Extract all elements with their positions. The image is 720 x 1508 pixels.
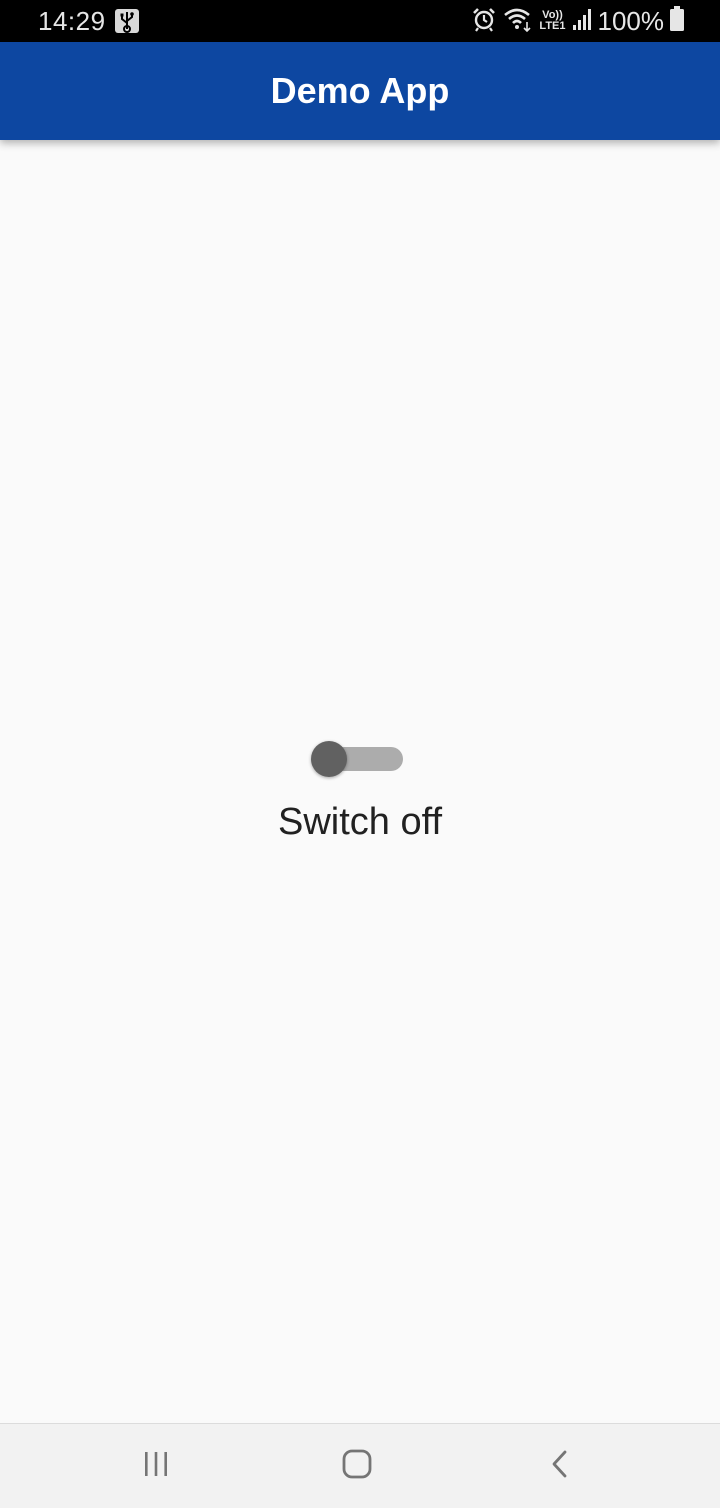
home-button[interactable] <box>297 1424 417 1508</box>
toggle-switch[interactable] <box>311 741 405 777</box>
status-icons: Vo)) LTE1 100% <box>471 4 684 38</box>
battery-percent: 100% <box>597 6 665 36</box>
recents-icon <box>141 1449 171 1484</box>
status-bar: 14:29 Vo)) LTE1 100% <box>0 0 720 42</box>
battery-icon <box>670 5 684 37</box>
home-icon <box>341 1448 373 1485</box>
volte-lte-icon: Vo)) LTE1 <box>539 10 565 32</box>
switch-status-label: Switch off <box>277 801 443 843</box>
back-button[interactable] <box>500 1424 620 1508</box>
main-content: Switch off <box>0 140 720 1423</box>
recents-button[interactable] <box>96 1424 216 1508</box>
usb-icon <box>114 8 140 34</box>
back-icon <box>548 1448 572 1485</box>
wifi-icon <box>503 6 533 37</box>
lte-label: LTE1 <box>539 20 566 32</box>
navigation-bar <box>0 1423 720 1508</box>
signal-icon <box>572 7 592 36</box>
app-title: Demo App <box>270 70 450 111</box>
status-time: 14:29 <box>38 6 106 36</box>
alarm-icon <box>471 6 497 37</box>
app-bar: Demo App <box>0 42 720 140</box>
switch-thumb <box>311 741 347 777</box>
